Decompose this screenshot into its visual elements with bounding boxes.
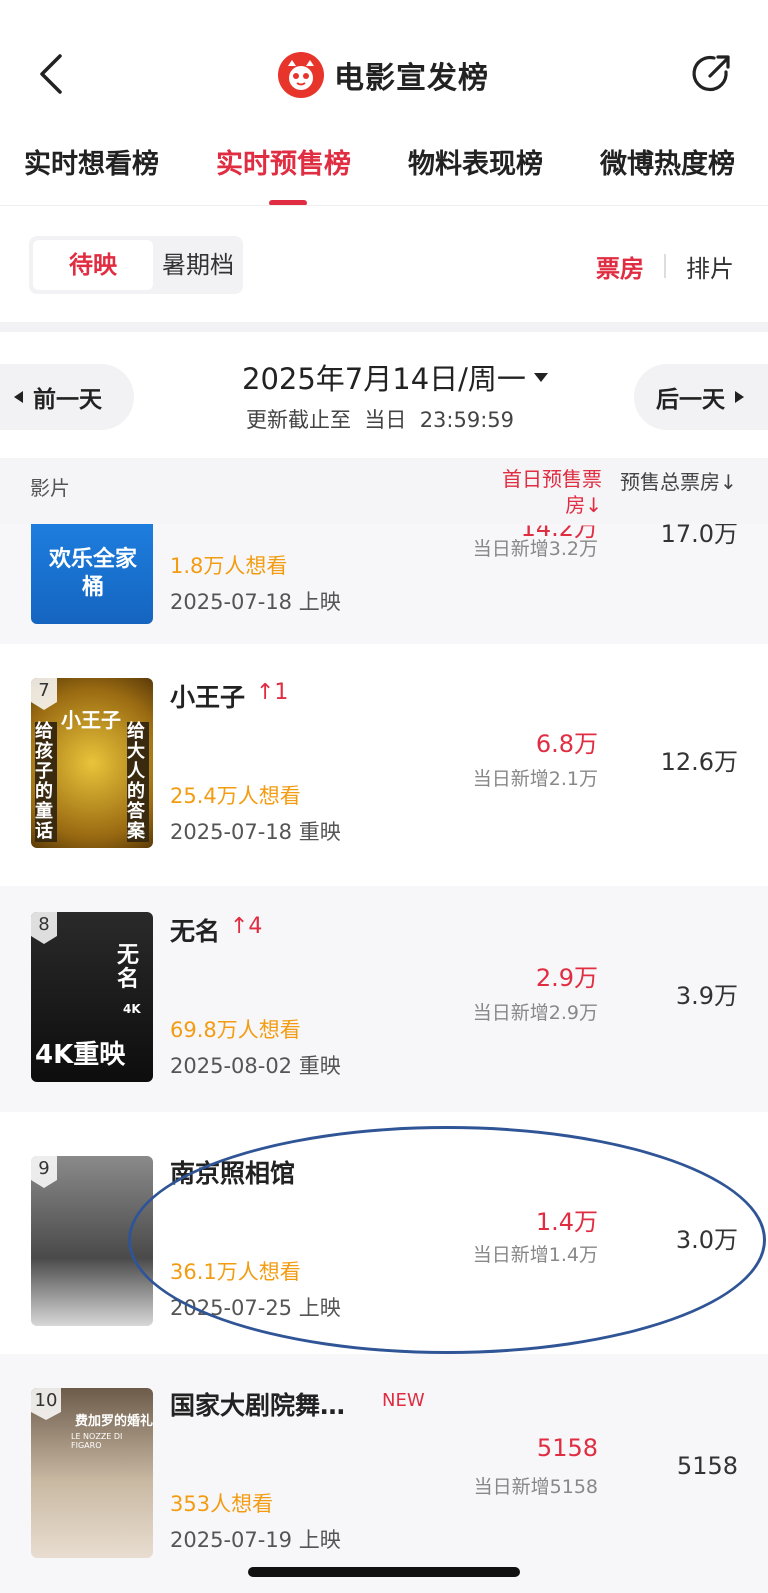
chevron-left-icon xyxy=(40,54,62,94)
rank-change: ↑4 xyxy=(230,914,263,939)
want-count: 25.4万人想看 xyxy=(170,784,301,808)
share-button[interactable] xyxy=(690,52,734,96)
total-presale: 3.9万 xyxy=(675,982,738,1010)
back-button[interactable] xyxy=(34,52,70,96)
app-header: 电影宣发榜 xyxy=(0,0,768,130)
daily-add: 当日新增2.9万 xyxy=(472,1002,598,1024)
film-name: 国家大剧院舞… xyxy=(170,1391,346,1420)
date-navigator: 前一天 2025年7月14日/周一 更新截止至 当日 23:59:59 后一天 xyxy=(0,332,768,458)
next-day-button[interactable]: 后一天 xyxy=(634,364,768,430)
share-icon xyxy=(692,55,730,92)
triangle-right-icon xyxy=(735,391,744,403)
movie-poster: 10 费加罗的婚礼 LE NOZZE DI FIGARO xyxy=(31,1388,153,1558)
film-name: 小王子 xyxy=(170,683,246,712)
release-date: 2025-07-19 上映 xyxy=(170,1528,341,1552)
new-badge: NEW xyxy=(382,1390,425,1411)
release-date: 2025-07-18 上映 xyxy=(170,590,341,614)
list-item[interactable]: 7 小王子 给孩子的童话 给大人的答案 小王子 ↑1 25.4万人想看 2025… xyxy=(0,652,768,878)
metric-toggle: 票房 排片 xyxy=(596,248,734,284)
divider xyxy=(664,254,666,278)
prev-day-label: 前一天 xyxy=(33,387,102,413)
maoyan-logo-icon xyxy=(278,52,324,98)
next-day-label: 后一天 xyxy=(656,387,725,413)
total-presale: 12.6万 xyxy=(660,748,738,776)
column-first-day-label: 首日预售票房 xyxy=(502,467,602,517)
column-total-label: 预售总票房 xyxy=(620,470,720,494)
update-time: 更新截止至 当日 23:59:59 xyxy=(246,408,515,432)
page-title: 电影宣发榜 xyxy=(334,61,489,96)
rank-change: ↑1 xyxy=(256,680,289,705)
daily-add: 当日新增5158 xyxy=(473,1476,598,1498)
metric-screenings[interactable]: 排片 xyxy=(686,249,734,284)
poster-title: 无名 xyxy=(117,943,140,992)
rank-number: 10 xyxy=(31,1388,61,1420)
rank-number: 8 xyxy=(31,912,57,944)
first-day-value: 2.9万 xyxy=(535,964,598,992)
segment-summer[interactable]: 暑期档 xyxy=(155,240,241,290)
ranking-tabs: 实时想看榜 实时预售榜 物料表现榜 微博热度榜 xyxy=(0,136,768,208)
film-name: 无名 xyxy=(170,917,221,946)
table-header: 影片 首日预售票房↓ 预售总票房↓ xyxy=(0,458,768,524)
tab-presale[interactable]: 实时预售榜 xyxy=(216,142,351,181)
want-count: 1.8万人想看 xyxy=(170,554,288,578)
want-count: 69.8万人想看 xyxy=(170,1018,301,1042)
section-gap xyxy=(0,322,768,332)
movie-poster: 欢乐全家桶 xyxy=(31,516,153,624)
list-item[interactable]: 欢乐全家桶 1.8万人想看 2025-07-18 上映 14.2万 当日新增3.… xyxy=(0,516,768,644)
poster-text: 欢乐全家桶 xyxy=(48,547,137,600)
want-count: 353人想看 xyxy=(170,1492,274,1516)
poster-text: 给孩子的童话 xyxy=(35,722,57,842)
title-bar: 电影宣发榜 xyxy=(278,50,489,100)
column-first-day[interactable]: 首日预售票房↓ xyxy=(494,466,602,518)
metric-box-office[interactable]: 票房 xyxy=(596,249,644,284)
first-day-value: 5158 xyxy=(536,1434,598,1462)
highlight-annotation xyxy=(128,1126,766,1354)
schedule-segment: 待映 暑期档 xyxy=(29,236,243,294)
movie-poster: 8 无名 4K 4K重映 xyxy=(31,912,153,1082)
tab-weibo[interactable]: 微博热度榜 xyxy=(600,142,735,181)
triangle-left-icon xyxy=(14,391,23,403)
rank-number: 7 xyxy=(31,678,57,710)
list-item[interactable]: 10 费加罗的婚礼 LE NOZZE DI FIGARO 国家大剧院舞… NEW… xyxy=(0,1354,768,1593)
poster-subtitle: LE NOZZE DI FIGARO xyxy=(71,1432,123,1450)
release-date: 2025-07-18 重映 xyxy=(170,820,341,844)
home-indicator[interactable] xyxy=(248,1567,520,1577)
prev-day-button[interactable]: 前一天 xyxy=(0,364,134,430)
daily-add: 当日新增2.1万 xyxy=(472,768,598,790)
total-presale: 5158 xyxy=(676,1452,738,1480)
rank-number: 9 xyxy=(31,1156,57,1188)
poster-text: 给大人的答案 xyxy=(127,722,149,842)
movie-poster: 7 小王子 给孩子的童话 给大人的答案 xyxy=(31,678,153,848)
poster-badge: 4K xyxy=(123,1002,141,1016)
poster-title: 小王子 xyxy=(61,708,121,732)
column-film: 影片 xyxy=(30,476,70,500)
triangle-down-icon xyxy=(533,372,548,382)
date-picker[interactable]: 2025年7月14日/周一 xyxy=(242,356,548,398)
tab-want-to-see[interactable]: 实时想看榜 xyxy=(24,142,159,181)
list-item[interactable]: 8 无名 4K 4K重映 无名 ↑4 69.8万人想看 2025-08-02 重… xyxy=(0,886,768,1112)
poster-subtitle: 4K重映 xyxy=(35,1040,126,1070)
column-total[interactable]: 预售总票房↓ xyxy=(620,466,737,495)
segment-upcoming[interactable]: 待映 xyxy=(33,240,153,290)
release-date: 2025-08-02 重映 xyxy=(170,1054,341,1078)
tab-material[interactable]: 物料表现榜 xyxy=(408,142,543,181)
first-day-value: 6.8万 xyxy=(535,730,598,758)
divider xyxy=(0,205,768,206)
poster-title: 费加罗的婚礼 xyxy=(75,1414,153,1429)
date-label: 2025年7月14日/周一 xyxy=(242,362,526,396)
daily-add: 当日新增3.2万 xyxy=(472,538,598,560)
